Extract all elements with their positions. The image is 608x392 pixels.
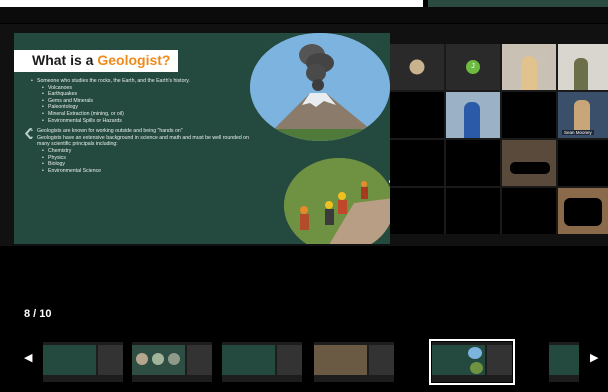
- top-bar-dark: [0, 7, 608, 23]
- video-gallery: J Sean Mooney: [390, 44, 608, 234]
- sub-bullet-item: Gems and Minerals: [30, 98, 250, 105]
- participant-name-label: Sean Mooney: [562, 130, 594, 135]
- video-tile[interactable]: J: [446, 44, 500, 90]
- video-tile-redacted: [446, 188, 500, 234]
- thumbnail-video-preview: [487, 345, 512, 375]
- thumbnail-circle: [136, 353, 148, 365]
- thumbnail-slide-preview: [43, 345, 96, 375]
- thumbnail-slide-preview: [314, 345, 367, 375]
- video-tile-redacted: [390, 92, 444, 138]
- sub-bullet-item: Chemistry: [30, 148, 250, 155]
- participant-figure: [464, 102, 480, 138]
- volcano-illustration: [250, 33, 390, 141]
- sub-bullet-item: Mineral Extraction (mining, or oil): [30, 111, 250, 118]
- redaction-block: [564, 198, 602, 226]
- presentation-slide: What is a Geologist? Someone who studies…: [14, 33, 390, 244]
- geologists-illustration: [284, 158, 390, 244]
- video-tile[interactable]: [446, 92, 500, 138]
- video-tile[interactable]: [558, 188, 608, 234]
- thumbnail-video-preview: [187, 345, 212, 375]
- thumbnail-circle: [470, 362, 483, 374]
- redaction-block: [510, 162, 550, 174]
- video-tile[interactable]: [502, 140, 556, 186]
- sub-bullet-item: Environmental Science: [30, 168, 250, 175]
- participant-figure: [574, 100, 590, 130]
- video-tile[interactable]: [558, 44, 608, 90]
- top-bar-accent: [428, 0, 608, 7]
- sub-bullet-item: Volcanoes: [30, 85, 250, 92]
- slide-thumbnail-active[interactable]: [429, 339, 515, 385]
- slide-thumbnail[interactable]: [222, 342, 302, 382]
- video-tile-redacted: [390, 188, 444, 234]
- top-bar-light: [0, 0, 423, 7]
- thumbnail-video-preview: [369, 345, 394, 375]
- video-tile[interactable]: [502, 44, 556, 90]
- video-tile[interactable]: [390, 44, 444, 90]
- sub-bullet-item: Paleontology: [30, 104, 250, 111]
- thumbnail-circle: [168, 353, 180, 365]
- bullet-item: Geologists have an extensive background …: [30, 135, 250, 148]
- video-tile[interactable]: Sean Mooney: [558, 92, 608, 138]
- thumbnail-video-preview: [277, 345, 302, 375]
- sub-bullet-item: Physics: [30, 155, 250, 162]
- geologists-photo: [284, 158, 390, 244]
- slide-title: What is a Geologist?: [32, 52, 170, 68]
- video-tile-redacted: [390, 140, 444, 186]
- thumbnail-video-preview: [98, 345, 123, 375]
- thumbnail-slide-preview: [432, 345, 485, 375]
- sub-bullet-item: Biology: [30, 161, 250, 168]
- thumbnail-circle: [468, 347, 482, 359]
- slide-thumbnail[interactable]: [549, 342, 579, 382]
- bullet-item: Geologists are known for working outside…: [30, 128, 250, 135]
- thumbnail-slide-preview: [132, 345, 185, 375]
- participant-figure: [521, 56, 537, 90]
- slide-title-main: What is a: [32, 52, 98, 68]
- sub-bullet-item: Earthquakes: [30, 91, 250, 98]
- video-tile-redacted: [502, 188, 556, 234]
- participant-initial-avatar: J: [466, 60, 480, 74]
- video-tile-redacted: [558, 140, 608, 186]
- right-arrow-icon[interactable]: ▶: [590, 351, 598, 364]
- volcano-image: [250, 33, 390, 141]
- thumbnail-slide-preview: [222, 345, 275, 375]
- participant-avatar: [409, 59, 425, 75]
- participant-figure: [574, 58, 588, 90]
- bullet-item: Someone who studies the rocks, the Earth…: [30, 78, 250, 85]
- thumbnail-slide-preview: [549, 345, 579, 375]
- slide-counter: 8 / 10: [24, 308, 52, 320]
- slide-title-bar: What is a Geologist?: [14, 50, 178, 72]
- video-tile-redacted: [502, 92, 556, 138]
- slide-thumbnail[interactable]: [43, 342, 123, 382]
- slide-prev-chevron-icon[interactable]: ‹: [24, 118, 33, 146]
- video-tile-redacted: [446, 140, 500, 186]
- slide-thumbnail[interactable]: [132, 342, 212, 382]
- left-arrow-icon[interactable]: ◀: [24, 351, 32, 364]
- thumbnail-circle: [152, 353, 164, 365]
- slide-title-highlight: Geologist?: [97, 52, 171, 68]
- slide-thumbnail[interactable]: [314, 342, 394, 382]
- slide-bullet-list: Someone who studies the rocks, the Earth…: [30, 78, 250, 174]
- sub-bullet-item: Environmental Spills or Hazards: [30, 118, 250, 125]
